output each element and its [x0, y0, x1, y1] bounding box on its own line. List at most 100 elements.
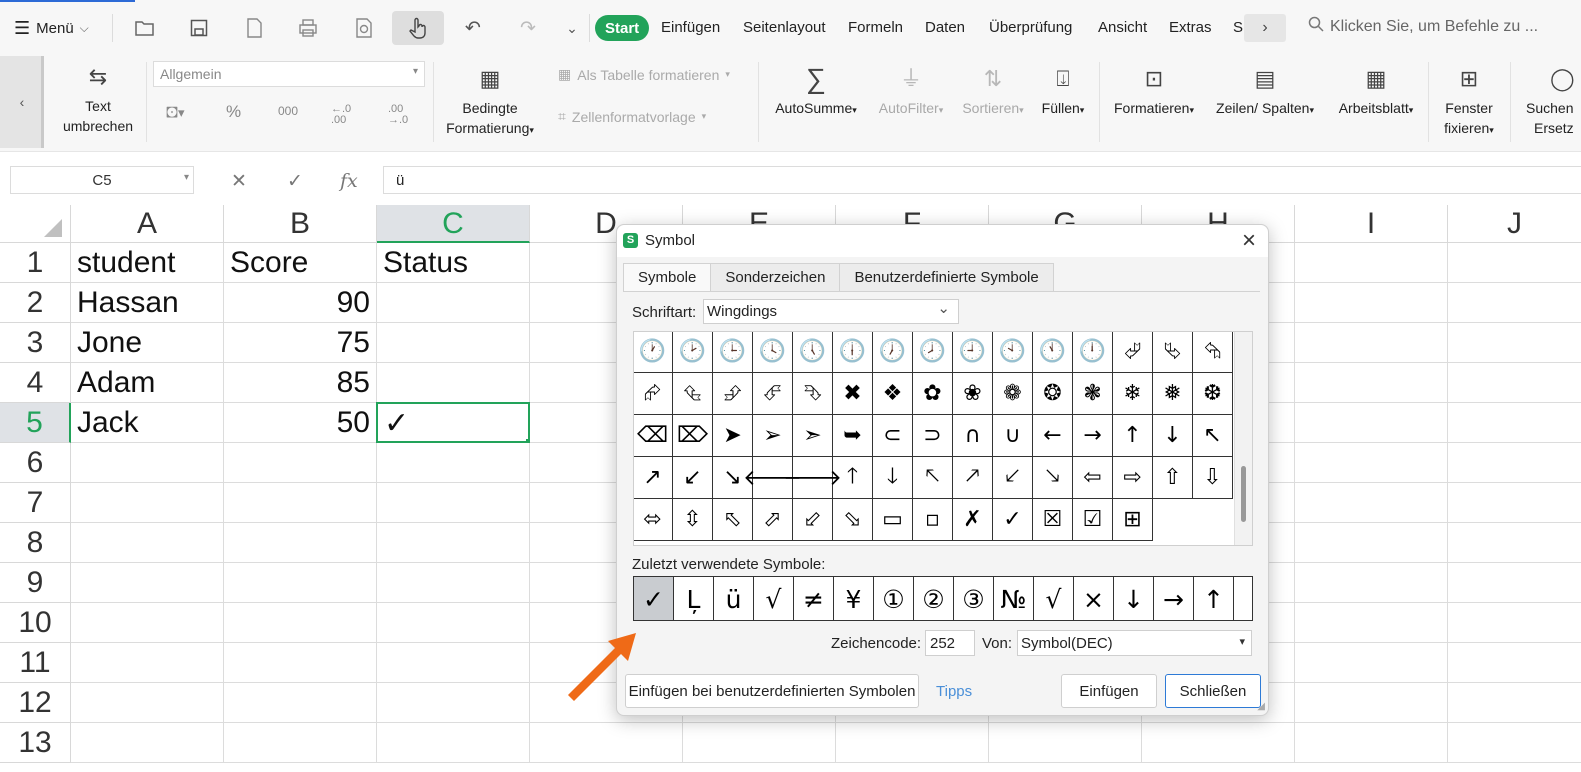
close-button[interactable]: Schließen	[1165, 674, 1261, 708]
grid-cell[interactable]	[71, 483, 224, 523]
tab-start[interactable]: Start	[595, 15, 650, 41]
row-header-9[interactable]: 9	[0, 563, 71, 603]
freeze-panes-button[interactable]: ⊞ Fenster fixieren▾	[1436, 64, 1502, 140]
symbol-cell[interactable]: ☑	[1073, 499, 1113, 541]
grid-cell[interactable]	[1295, 723, 1448, 763]
cell-b5[interactable]: 50	[224, 403, 377, 443]
grid-cell[interactable]	[71, 443, 224, 483]
symbol-cell[interactable]: ❂	[1033, 373, 1073, 415]
recent-symbol[interactable]: ≠	[794, 577, 834, 620]
tab-formulas[interactable]: Formeln	[848, 19, 903, 36]
grid-cell[interactable]	[377, 523, 530, 563]
hand-pointer-icon[interactable]	[392, 11, 444, 45]
cell-c5-active[interactable]: ✓	[376, 402, 530, 443]
symbol-cell[interactable]: 🡑	[833, 457, 873, 499]
grid-cell[interactable]	[71, 603, 224, 643]
symbol-cell[interactable]: ⇦	[1073, 457, 1113, 499]
export-pdf-icon[interactable]	[238, 12, 270, 44]
symbol-cell[interactable]: 🡗	[993, 457, 1033, 499]
grid-cell[interactable]	[1295, 643, 1448, 683]
grid-cell[interactable]	[377, 683, 530, 723]
symbol-cell[interactable]: ⇳	[673, 499, 713, 541]
symbol-cell[interactable]: ⮴	[673, 373, 713, 415]
recent-symbol[interactable]: Ļ	[674, 577, 714, 620]
recent-symbol[interactable]: →	[1154, 577, 1194, 620]
open-folder-icon[interactable]	[129, 12, 161, 44]
grid-cell[interactable]	[224, 643, 377, 683]
grid-cell[interactable]	[1448, 403, 1581, 443]
autofilter-button[interactable]: ⏚ AutoFilter▾	[872, 64, 950, 120]
symbol-cell[interactable]: ⬀	[753, 499, 793, 541]
grid-cell[interactable]	[377, 603, 530, 643]
symbol-cell[interactable]: ⬄	[634, 499, 673, 541]
tab-truncated[interactable]: S	[1233, 19, 1243, 36]
grid-cell[interactable]	[224, 723, 377, 763]
symbol-cell[interactable]: 🕕	[833, 332, 873, 373]
ribbon-collapse-button[interactable]: ‹	[0, 56, 44, 148]
grid-cell[interactable]	[1448, 683, 1581, 723]
symbol-cell[interactable]: 🕛	[1073, 332, 1113, 373]
symbol-cell[interactable]: 🕙	[993, 332, 1033, 373]
redo-icon[interactable]: ↷	[512, 12, 544, 44]
tab-custom-symbols[interactable]: Benutzerdefinierte Symbole	[839, 263, 1054, 291]
recent-symbol[interactable]: ②	[914, 577, 954, 620]
column-header-i[interactable]: I	[1295, 205, 1448, 243]
symbol-cell[interactable]: 🡔	[913, 457, 953, 499]
worksheet-button[interactable]: ▦ Arbeitsblatt▾	[1330, 64, 1422, 120]
sort-button[interactable]: ⇅ Sortieren▾	[956, 64, 1030, 120]
grid-cell[interactable]	[377, 643, 530, 683]
symbol-cell[interactable]: ▭	[873, 499, 913, 541]
tips-link[interactable]: Tipps	[936, 683, 972, 700]
percent-button[interactable]: %	[226, 102, 241, 122]
grid-cell[interactable]	[1295, 283, 1448, 323]
row-header-1[interactable]: 1	[0, 243, 71, 283]
symbol-cell[interactable]: 🡒	[783, 457, 842, 499]
tab-symbols[interactable]: Symbole	[623, 263, 712, 292]
tab-insert[interactable]: Einfügen	[661, 19, 720, 36]
grid-cell[interactable]	[224, 483, 377, 523]
symbol-cell[interactable]: 🕘	[953, 332, 993, 373]
wrap-text-button[interactable]: ⇆ Text umbrechen	[58, 62, 138, 136]
symbol-cell[interactable]: ❆	[1193, 373, 1233, 415]
symbol-cell[interactable]: 🡕	[953, 457, 993, 499]
cell-b4[interactable]: 85	[224, 363, 377, 403]
cell-style-button[interactable]: ⌗ Zellenformatvorlage ▾	[558, 108, 706, 125]
name-box[interactable]: C5	[10, 166, 194, 194]
tab-extras[interactable]: Extras	[1169, 19, 1212, 36]
grid-cell[interactable]	[683, 723, 836, 763]
symbol-cell[interactable]: ⮳	[634, 373, 673, 415]
undo-icon[interactable]: ↶	[457, 12, 489, 44]
number-format-select[interactable]: Allgemein	[153, 61, 425, 87]
symbol-cell[interactable]: 🕔	[793, 332, 833, 373]
tab-review[interactable]: Überprüfung	[989, 19, 1072, 36]
symbol-cell[interactable]: 🕓	[753, 332, 793, 373]
conditional-formatting-button[interactable]: ▦ Bedingte Formatierung▾	[440, 64, 540, 140]
symbol-cell[interactable]: 🕑	[673, 332, 713, 373]
grid-cell[interactable]	[224, 603, 377, 643]
confirm-entry-icon[interactable]: ✓	[287, 170, 303, 193]
symbol-cell[interactable]: ⇨	[1113, 457, 1153, 499]
cell-b2[interactable]: 90	[224, 283, 377, 323]
fill-button[interactable]: ⍗ Füllen▾	[1036, 64, 1090, 120]
grid-cell[interactable]	[1448, 243, 1581, 283]
row-header-7[interactable]: 7	[0, 483, 71, 523]
symbol-cell[interactable]: ✓	[993, 499, 1033, 541]
row-header-11[interactable]: 11	[0, 643, 71, 683]
symbol-cell[interactable]: ▫	[913, 499, 953, 541]
row-header-13[interactable]: 13	[0, 723, 71, 763]
symbol-cell[interactable]: ⇧	[1153, 457, 1193, 499]
insert-function-icon[interactable]: fx	[340, 170, 358, 192]
grid-cell[interactable]	[71, 683, 224, 723]
decrease-decimal-button[interactable]: .00 →.0	[388, 104, 408, 126]
grid-cell[interactable]	[377, 443, 530, 483]
row-header-2[interactable]: 2	[0, 283, 71, 323]
customize-dropdown-icon[interactable]: ⌄	[556, 12, 588, 44]
symbol-cell[interactable]: ⊞	[1113, 499, 1153, 541]
symbol-cell[interactable]: ↙	[673, 457, 713, 499]
cell-c1[interactable]: Status	[377, 243, 530, 283]
symbol-cell[interactable]: ⇩	[1193, 457, 1233, 499]
symbol-cell[interactable]: 🡖	[1033, 457, 1073, 499]
row-header-5[interactable]: 5	[0, 403, 71, 443]
grid-cell[interactable]	[71, 523, 224, 563]
symbol-cell[interactable]: ❅	[1153, 373, 1193, 415]
